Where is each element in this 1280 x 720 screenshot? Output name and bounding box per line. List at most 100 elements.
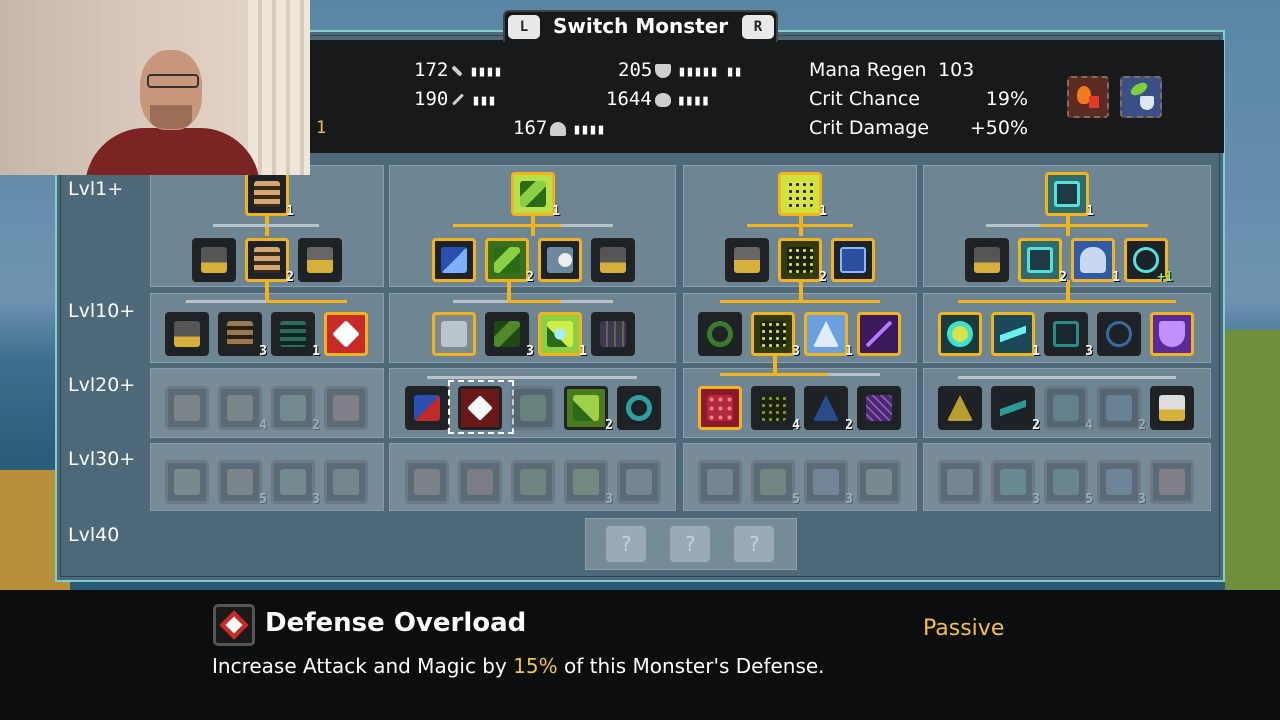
level-label-20: Lvl20+	[68, 374, 136, 396]
skill-mana-bar-2-icon[interactable]	[725, 238, 769, 282]
attack-stat: 172 ▮▮▮▮	[414, 59, 502, 81]
skill-mana-bar-icon[interactable]	[298, 238, 342, 282]
skill-value: 15%	[513, 654, 558, 678]
skill-ring-icon[interactable]	[698, 312, 742, 356]
skill-defense-break-2-icon[interactable]	[405, 386, 449, 430]
skill-vortex-icon[interactable]	[938, 312, 982, 356]
left-shoulder-button[interactable]: L	[508, 15, 540, 39]
webcam-overlay	[0, 0, 310, 175]
crit-damage-label: Crit Damage	[809, 117, 930, 139]
magic-stat: 190 ▮▮▮	[414, 88, 496, 110]
skill-staff-bar-icon[interactable]	[965, 238, 1009, 282]
skill-gear-icon[interactable]	[1097, 312, 1141, 356]
skill-fists-upgrade-icon[interactable]: 2	[245, 238, 294, 285]
skill-target-dim-icon[interactable]: 3	[1044, 312, 1093, 359]
skill-lvl30-7-icon	[511, 460, 555, 504]
skill-wave-icon[interactable]: 1	[271, 312, 320, 359]
unknown-skill-2: ?	[670, 526, 710, 562]
level-label-40: Lvl40	[68, 524, 120, 546]
skill-lvl30-6-icon	[458, 460, 502, 504]
skill-lvl30-5-icon	[405, 460, 449, 504]
skill-magnify-icon[interactable]: +1	[1124, 238, 1173, 285]
skill-leaf-locked-icon	[511, 386, 555, 430]
skill-hourglass-icon	[165, 386, 209, 430]
skill-spores-upgrade-icon[interactable]: 2	[778, 238, 827, 285]
skill-mana-timer-icon[interactable]	[538, 238, 582, 282]
selection-cursor	[448, 380, 514, 434]
sword-icon	[451, 64, 463, 77]
skill-dark-shield-icon[interactable]	[1150, 312, 1194, 356]
unknown-skill-1: ?	[606, 526, 646, 562]
shield-icon	[655, 63, 672, 78]
skill-leaf-icon[interactable]: 1	[511, 172, 560, 219]
mana-icon	[550, 121, 567, 136]
skill-lvl30-4-icon	[324, 460, 368, 504]
defense-stat: 205 ▮▮▮▮▮ ▮▮	[618, 59, 743, 81]
crit-chance-label: Crit Chance	[809, 88, 920, 110]
background-cliff-right	[1225, 330, 1280, 590]
skill-leaf-dim-icon[interactable]: 3	[485, 312, 534, 359]
skill-dark-blade-icon[interactable]	[857, 312, 901, 356]
skill-wave-locked-icon: 2	[271, 386, 320, 433]
skill-sword-bar-2-icon[interactable]	[165, 312, 209, 356]
skill-stone-icon[interactable]	[432, 312, 476, 356]
skill-lvl30-16-icon: 5	[1044, 460, 1093, 507]
skill-wall-icon[interactable]	[591, 312, 635, 356]
skill-leaf-burst-2-icon[interactable]: 2	[564, 386, 613, 433]
level-label-30: Lvl30+	[68, 448, 136, 470]
fire-buff-icon[interactable]	[1067, 76, 1109, 118]
skill-leaf-upgrade-icon[interactable]: 2	[485, 238, 534, 285]
skill-crystal-icon[interactable]: 1	[804, 312, 853, 359]
skill-leaf-burst-icon[interactable]: 1	[538, 312, 587, 359]
health-stat: 1644 ▮▮▮▮	[606, 88, 710, 110]
skill-lvl30-13-icon	[857, 460, 901, 504]
right-shoulder-button[interactable]: R	[742, 15, 774, 39]
skill-name: Defense Overload	[265, 608, 527, 638]
skill-heart-bar-icon[interactable]	[1150, 386, 1194, 430]
skill-lvl30-10-icon	[698, 460, 742, 504]
skill-target-upgrade-icon[interactable]: 2	[1018, 238, 1067, 285]
defense-overload-icon	[213, 604, 255, 646]
skill-mountain-icon[interactable]	[938, 386, 982, 430]
skill-lvl30-9-icon	[617, 460, 661, 504]
skill-fists-icon[interactable]: 1	[245, 172, 294, 219]
skill-spores-advanced-icon[interactable]: 3	[751, 312, 800, 359]
unknown-skill-3: ?	[734, 526, 774, 562]
mana-stat: 167 ▮▮▮▮	[513, 117, 605, 139]
skill-target-locked-icon: 4	[1044, 386, 1093, 433]
skill-target-icon[interactable]: 1	[1045, 172, 1094, 219]
skill-defense-overload-icon[interactable]	[324, 312, 368, 356]
skill-lvl30-18-icon	[1150, 460, 1194, 504]
skill-claw-icon	[324, 386, 368, 430]
skill-lvl30-12-icon: 3	[804, 460, 853, 507]
skill-water-hand-icon[interactable]	[831, 238, 875, 282]
staff-icon	[452, 93, 465, 106]
skill-lvl30-17-icon: 3	[1097, 460, 1146, 507]
skill-lightning-dim-icon[interactable]: 2	[991, 386, 1040, 433]
skill-lvl30-1-icon	[165, 460, 209, 504]
leaf-shield-buff-icon[interactable]	[1120, 76, 1162, 118]
skill-mana-shield-icon[interactable]: 1	[1071, 238, 1120, 285]
skill-defense-break-icon[interactable]	[432, 238, 476, 282]
skill-blood-icon[interactable]	[698, 386, 742, 430]
skill-lvl30-14-icon	[938, 460, 982, 504]
skill-spores-icon[interactable]: 1	[778, 172, 827, 219]
skill-shield-bar-icon[interactable]	[591, 238, 635, 282]
level-label-1: Lvl1+	[68, 178, 124, 200]
skill-portal-icon[interactable]	[617, 386, 661, 430]
skill-lightning-icon[interactable]: 1	[991, 312, 1040, 359]
skill-fists-dim-icon[interactable]: 3	[218, 312, 267, 359]
skill-lvl30-3-icon: 3	[271, 460, 320, 507]
skill-fists-locked-icon: 4	[218, 386, 267, 433]
skill-shadow-icon[interactable]	[857, 386, 901, 430]
skill-lvl30-15-icon: 3	[991, 460, 1040, 507]
skill-spores-dim-icon[interactable]: 4	[751, 386, 800, 433]
skill-type: Passive	[923, 616, 1005, 641]
mana-regen-label: Mana Regen	[809, 59, 927, 81]
level-label-10: Lvl10+	[68, 300, 136, 322]
crit-chance-value: 19%	[985, 88, 1028, 110]
skill-description: Increase Attack and Magic by 15% of this…	[212, 654, 825, 678]
skill-crystal-dim-icon[interactable]: 2	[804, 386, 853, 433]
mana-regen-value: 103	[938, 59, 975, 81]
skill-sword-bar-icon[interactable]	[192, 238, 236, 282]
